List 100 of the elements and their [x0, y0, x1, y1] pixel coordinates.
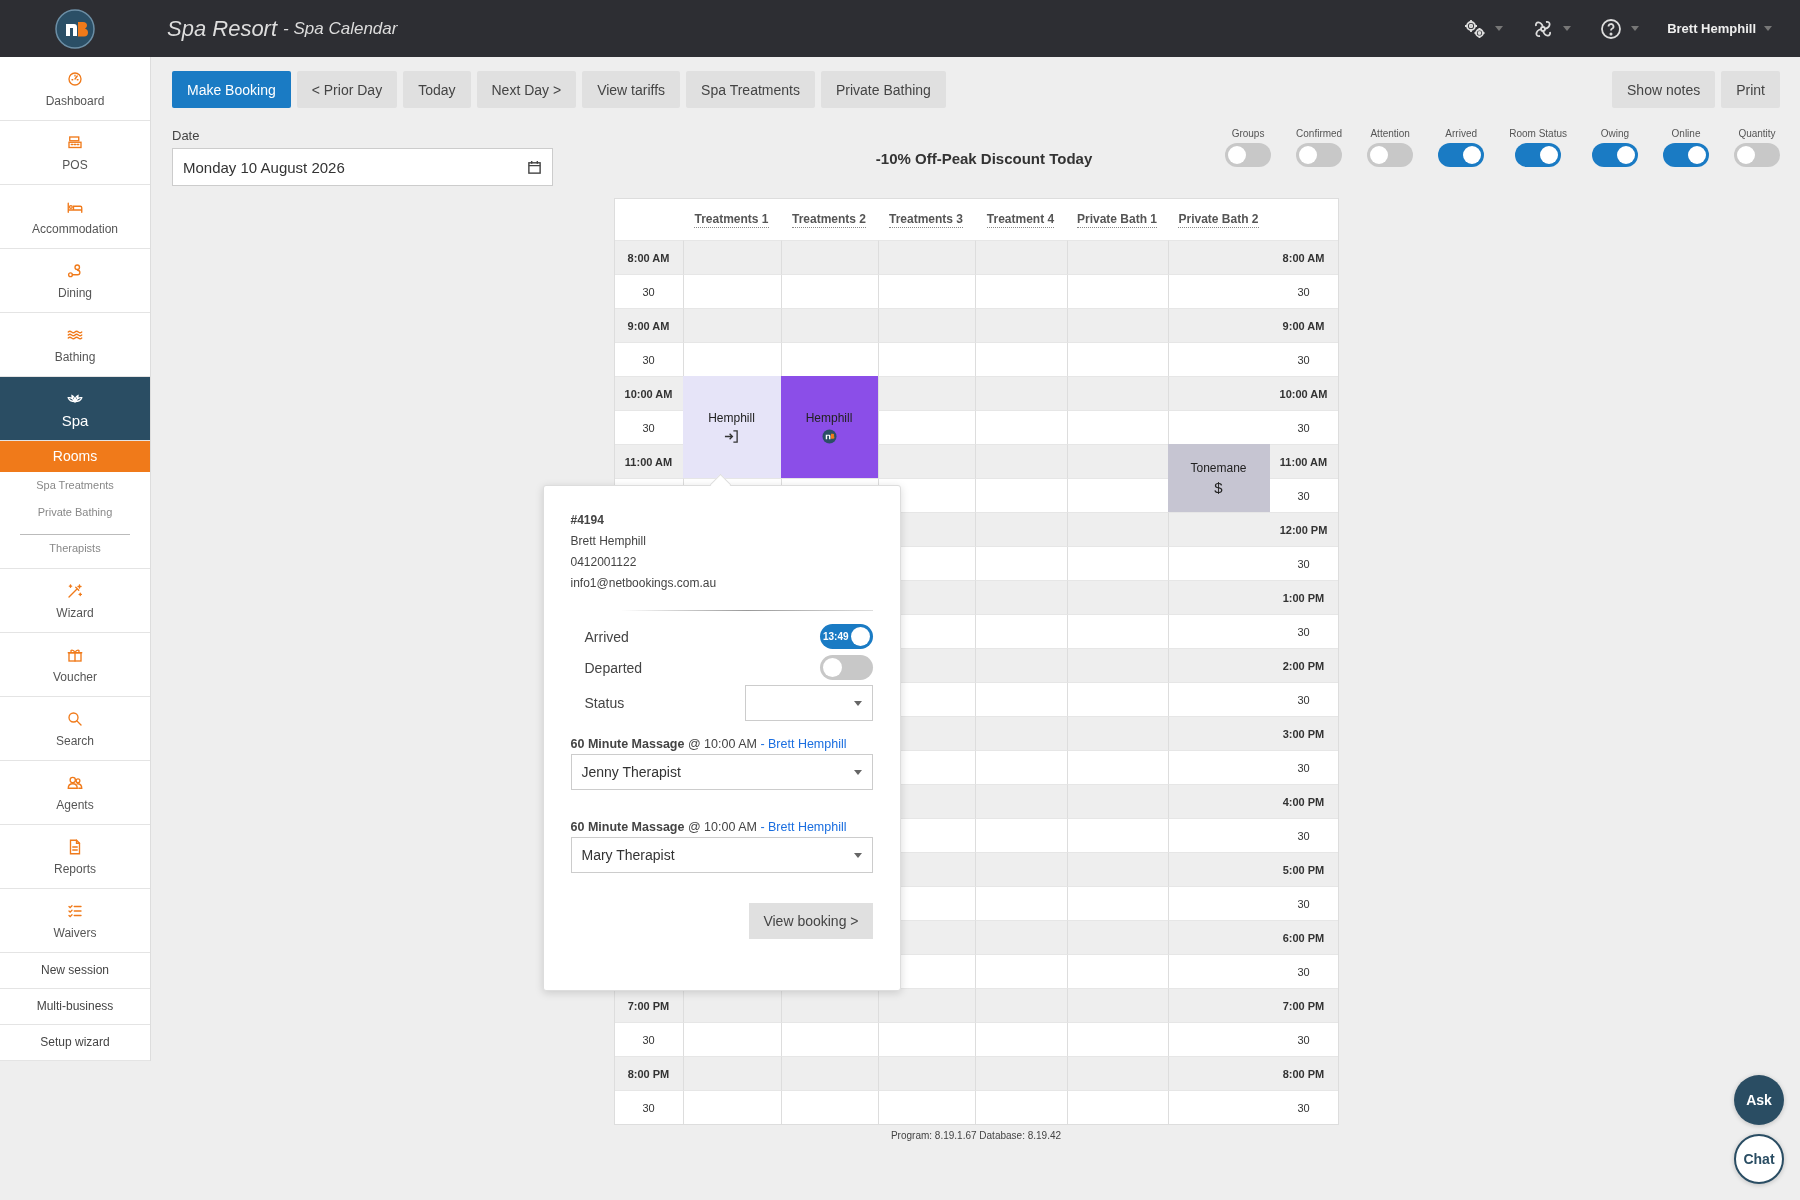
calendar-slot[interactable] [1066, 1090, 1168, 1124]
view-booking-button[interactable]: View booking > [749, 903, 873, 939]
calendar-slot[interactable] [1167, 648, 1270, 682]
column-header[interactable]: Treatment 4 [986, 211, 1055, 228]
calendar-slot[interactable] [1066, 784, 1168, 818]
sidebar-item[interactable]: Waivers [0, 889, 150, 953]
calendar-slot[interactable] [974, 648, 1067, 682]
booking-block[interactable]: Hemphill [682, 376, 781, 478]
toolbar-button[interactable]: View tariffs [582, 71, 681, 108]
calendar-slot[interactable] [974, 988, 1067, 1022]
help-chat-button[interactable]: Ask [1734, 1075, 1784, 1125]
calendar-slot[interactable] [1167, 308, 1270, 342]
submenu-item[interactable]: Private Bathing [20, 499, 130, 526]
toolbar-button[interactable]: Make Booking [172, 71, 291, 108]
toggle-switch[interactable] [1515, 143, 1562, 167]
toolbar-button[interactable]: Today [403, 71, 471, 108]
guest-link[interactable]: - Brett Hemphill [760, 820, 847, 834]
column-header[interactable]: Treatments 2 [791, 211, 866, 228]
calendar-slot[interactable] [1066, 308, 1168, 342]
calendar-slot[interactable] [780, 240, 878, 274]
calendar-slot[interactable] [974, 512, 1067, 546]
toggle-switch[interactable] [1734, 143, 1780, 167]
calendar-slot[interactable] [1066, 444, 1168, 478]
calendar-slot[interactable] [1066, 852, 1168, 886]
calendar-slot[interactable] [974, 376, 1067, 410]
calendar-slot[interactable] [780, 308, 878, 342]
calendar-slot[interactable] [974, 580, 1067, 614]
toolbar-button[interactable]: Private Bathing [820, 71, 946, 108]
calendar-slot[interactable] [877, 1090, 975, 1124]
calendar-slot[interactable] [1066, 240, 1168, 274]
toggle-switch[interactable] [819, 655, 873, 680]
therapist-dropdown[interactable]: Mary Therapist [570, 837, 873, 873]
calendar-slot[interactable] [1066, 716, 1168, 750]
calendar-slot[interactable] [1066, 512, 1168, 546]
sidebar-item[interactable]: Dashboard [0, 57, 150, 121]
calendar-slot[interactable] [682, 308, 781, 342]
logo-icon[interactable] [55, 8, 95, 49]
sidebar-item[interactable]: POS [0, 121, 150, 185]
calendar-slot[interactable] [1167, 376, 1270, 410]
toggle-switch[interactable] [1438, 143, 1485, 167]
sidebar-item[interactable]: Dining [0, 249, 150, 313]
calendar-slot[interactable] [1066, 376, 1168, 410]
calendar-slot[interactable] [974, 920, 1067, 954]
calendar-slot[interactable] [877, 376, 975, 410]
calendar-slot[interactable] [1167, 920, 1270, 954]
calendar-slot[interactable] [974, 716, 1067, 750]
calendar-slot[interactable] [877, 1056, 975, 1090]
calendar-slot[interactable] [1066, 648, 1168, 682]
toggle-switch[interactable] [1663, 143, 1709, 167]
calendar-slot[interactable] [1167, 716, 1270, 750]
help-icon[interactable] [1599, 16, 1624, 41]
status-dropdown[interactable] [744, 685, 873, 721]
toolbar-button[interactable]: Show notes [1612, 71, 1716, 108]
sidebar-item[interactable]: Accommodation [0, 185, 150, 249]
help-chat-button[interactable]: Chat [1734, 1134, 1784, 1184]
calendar-icon[interactable] [527, 159, 542, 175]
date-field[interactable]: Monday 10 August 2026 [172, 148, 553, 186]
calendar-slot[interactable] [1066, 1056, 1168, 1090]
toggle-switch[interactable] [1225, 143, 1272, 167]
calendar-slot[interactable] [974, 852, 1067, 886]
sidebar-item[interactable]: Spa [0, 377, 150, 441]
therapist-dropdown[interactable]: Jenny Therapist [570, 754, 873, 790]
column-header[interactable]: Treatments 3 [888, 211, 963, 228]
calendar-slot[interactable] [1066, 988, 1168, 1022]
sidebar-item[interactable]: Voucher [0, 633, 150, 697]
booking-block[interactable]: Tonemane $ [1167, 444, 1270, 512]
calendar-slot[interactable] [974, 784, 1067, 818]
toolbar-button[interactable]: Spa Treatments [686, 71, 815, 108]
calendar-slot[interactable] [877, 988, 975, 1022]
calendar-slot[interactable] [1066, 920, 1168, 954]
sidebar-link[interactable]: Setup wizard [0, 1025, 150, 1061]
calendar-slot[interactable] [974, 444, 1067, 478]
calendar-slot[interactable] [1167, 1090, 1270, 1124]
submenu-item[interactable]: Therapists [20, 534, 130, 562]
column-header[interactable]: Private Bath 1 [1076, 211, 1157, 228]
sidebar-item[interactable]: Agents [0, 761, 150, 825]
calendar-slot[interactable] [877, 444, 975, 478]
sidebar-item[interactable]: Reports [0, 825, 150, 889]
calendar-slot[interactable] [1167, 580, 1270, 614]
calendar-slot[interactable] [1167, 240, 1270, 274]
toolbar-button[interactable]: Next Day > [476, 71, 577, 108]
calendar-slot[interactable] [780, 1090, 878, 1124]
user-menu[interactable]: Brett Hemphill [1667, 21, 1756, 36]
column-header[interactable]: Treatments 1 [694, 211, 769, 228]
toolbar-button[interactable]: Print [1721, 71, 1780, 108]
calendar-slot[interactable] [1167, 852, 1270, 886]
toggle-switch[interactable]: 13:49 [819, 624, 873, 649]
calendar-slot[interactable] [1066, 580, 1168, 614]
submenu-item[interactable]: Spa Treatments [20, 472, 130, 499]
calendar-slot[interactable] [1167, 784, 1270, 818]
calendar-slot[interactable] [974, 240, 1067, 274]
sidebar-link[interactable]: Multi-business [0, 989, 150, 1025]
toolbar-button[interactable]: < Prior Day [296, 71, 398, 108]
calendar-slot[interactable] [780, 1056, 878, 1090]
calendar-slot[interactable] [1167, 988, 1270, 1022]
toggle-switch[interactable] [1367, 143, 1414, 167]
sidebar-item[interactable]: Search [0, 697, 150, 761]
calendar-slot[interactable] [974, 308, 1067, 342]
calendar-slot[interactable] [682, 240, 781, 274]
calendar-slot[interactable] [877, 308, 975, 342]
